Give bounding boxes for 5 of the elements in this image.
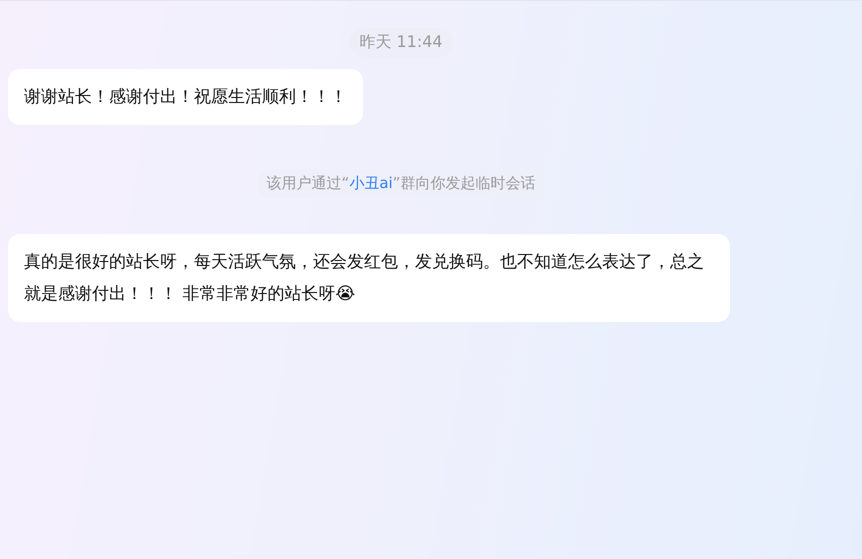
system-notice: 该用户通过“小丑ai”群向你发起临时会话 bbox=[256, 169, 546, 198]
timestamp: 昨天 11:44 bbox=[349, 28, 453, 57]
message-text: 谢谢站长！感谢付出！祝愿生活顺利！！！ bbox=[24, 87, 347, 107]
group-link[interactable]: 小丑ai bbox=[349, 174, 393, 192]
message-text: 真的是很好的站长呀，每天活跃气氛，还会发红包，发兑换码。也不知道怎么表达了，总之就是感谢付出！！！ 非常非常好的站长呀😭 bbox=[24, 252, 704, 304]
